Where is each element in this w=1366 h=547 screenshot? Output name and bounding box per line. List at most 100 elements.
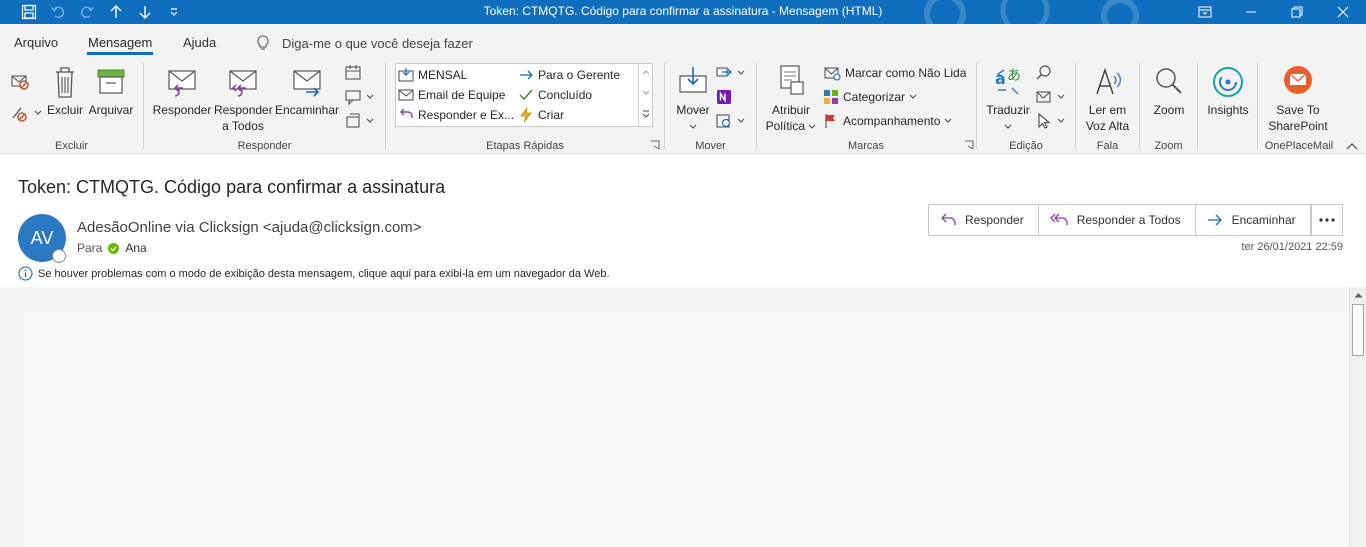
redo-icon[interactable] [73,0,101,24]
save-to-sharepoint-line1: Save To [1276,103,1320,117]
collapse-ribbon-icon[interactable] [1346,142,1358,150]
ribbon: Excluir Arquivar Excluir Responder Respo… [0,60,1366,154]
reply-action-button[interactable]: Responder [929,205,1039,235]
sender-name[interactable]: AdesãoOnline via Clicksign <ajuda@clicks… [77,219,422,236]
forward-action-label: Encaminhar [1231,213,1296,227]
translate-label: Traduzir [986,103,1030,117]
group-mover: Mover Mover [665,60,756,154]
checkmark-icon [519,89,533,101]
quick-step-para-gerente[interactable]: Para o Gerente [518,66,620,84]
quick-steps-gallery: MENSAL Email de Equipe Responder e Ex...… [395,63,653,127]
up-arrow-icon[interactable] [102,0,130,24]
chevron-up-icon[interactable] [642,69,650,75]
mark-unread-button[interactable]: Marcar como Não Lida [823,64,966,82]
save-icon[interactable] [15,0,43,24]
more-respond-button[interactable] [344,112,374,130]
chevron-down-icon [34,110,42,115]
info-bar[interactable]: Se houver problemas com o modo de exibiç… [18,266,610,281]
rules-button[interactable] [715,64,745,82]
reply-all-icon [229,70,257,97]
quick-step-responder-excluir[interactable]: Responder e Ex... [398,106,514,124]
tab-mensagem[interactable]: Mensagem [86,35,154,55]
forward-arrow-icon [1207,214,1222,226]
quick-step-criar[interactable]: Criar [518,106,564,124]
message-subject: Token: CTMQTG. Código para confirmar a a… [18,177,446,197]
reply-button[interactable]: Responder [152,64,212,118]
undo-icon[interactable] [44,0,72,24]
vertical-scrollbar[interactable] [1349,287,1366,547]
im-button[interactable] [344,88,374,106]
follow-up-button[interactable]: Acompanhamento [823,112,952,130]
follow-up-label: Acompanhamento [843,114,941,128]
reply-all-action-button[interactable]: Responder a Todos [1039,205,1196,235]
insights-button[interactable]: Insights [1202,64,1254,118]
select-button[interactable] [1035,112,1065,130]
presence-status-icon [52,249,66,263]
assign-policy-button[interactable]: Atribuir Política [763,64,819,134]
actions-button[interactable] [715,112,745,130]
quick-step-concluido[interactable]: Concluído [518,86,592,104]
quick-steps-scroll[interactable] [638,64,652,126]
translate-button[interactable]: aあ Traduzir [983,64,1033,134]
expand-gallery-icon[interactable] [642,110,650,119]
find-button[interactable] [1035,64,1053,82]
chevron-down-icon [366,94,374,99]
available-presence-icon [108,242,120,254]
quick-step-mensal[interactable]: MENSAL [398,66,467,84]
dialog-launcher-icon[interactable] [650,140,660,150]
tell-me-search[interactable]: Diga-me o que você deseja fazer [256,35,473,51]
ignore-button[interactable] [10,72,30,90]
group-fala: Ler em Voz Alta Fala [1076,60,1139,154]
categorize-button[interactable]: Categorizar [823,88,917,106]
clean-up-button[interactable] [10,104,42,122]
group-label-edicao: Edição [1009,140,1043,152]
calendar-icon [345,65,361,80]
minimize-icon[interactable] [1228,0,1274,24]
recipient-name[interactable]: Ana [125,241,146,255]
forward-action-button[interactable]: Encaminhar [1196,205,1310,235]
delete-button[interactable]: Excluir [45,64,85,118]
quick-step-label: Para o Gerente [538,68,621,82]
down-arrow-icon[interactable] [131,0,159,24]
reply-all-action-label: Responder a Todos [1076,213,1181,227]
quick-step-email-equipe[interactable]: Email de Equipe [398,86,505,104]
tab-ajuda[interactable]: Ajuda [183,35,216,50]
more-actions-button[interactable] [1311,204,1343,236]
meeting-button[interactable] [344,64,362,82]
actions-icon [716,114,731,128]
archive-label: Arquivar [88,103,134,117]
read-aloud-button[interactable]: Ler em Voz Alta [1080,64,1135,134]
magnifier-icon [1156,68,1182,94]
info-bar-text: Se houver problemas com o modo de exibiç… [38,267,610,280]
chevron-down-icon[interactable] [642,90,650,96]
clean-up-icon [12,107,27,122]
message-datetime: ter 26/01/2021 22:59 [1241,241,1343,253]
group-marcas: Atribuir Política Marcar como Não Lida C… [757,60,975,154]
onenote-button[interactable] [715,88,733,106]
customize-toolbar-icon[interactable] [160,0,188,24]
group-oneplacemail: Save To SharePoint OnePlaceMail [1258,60,1340,154]
related-button[interactable] [1035,88,1065,106]
scrollbar-thumb[interactable] [1352,304,1364,356]
group-label-marcas: Marcas [847,140,885,152]
scroll-up-icon[interactable] [1350,289,1366,301]
tab-arquivo[interactable]: Arquivo [14,35,58,50]
move-button[interactable]: Mover [673,64,713,134]
restore-icon[interactable] [1274,0,1320,24]
cursor-icon [1038,112,1051,129]
reply-all-label-line2: a Todos [222,119,264,133]
translate-icon: aあ [995,68,1021,95]
ribbon-display-options-icon[interactable] [1182,0,1228,24]
dialog-launcher-icon[interactable] [964,140,974,150]
forward-button[interactable]: Encaminhar [274,64,340,118]
reply-all-button[interactable]: Responder a Todos [214,64,273,134]
quick-step-label: Concluído [538,88,593,102]
forward-icon [293,70,321,97]
archive-button[interactable]: Arquivar [87,64,135,118]
close-icon[interactable] [1320,0,1366,24]
save-to-sharepoint-button[interactable]: Save To SharePoint [1266,64,1330,134]
chat-icon [345,90,361,106]
search-icon [1036,65,1051,80]
zoom-button[interactable]: Zoom [1148,64,1190,118]
reply-all-label-line1: Responder [214,103,273,117]
